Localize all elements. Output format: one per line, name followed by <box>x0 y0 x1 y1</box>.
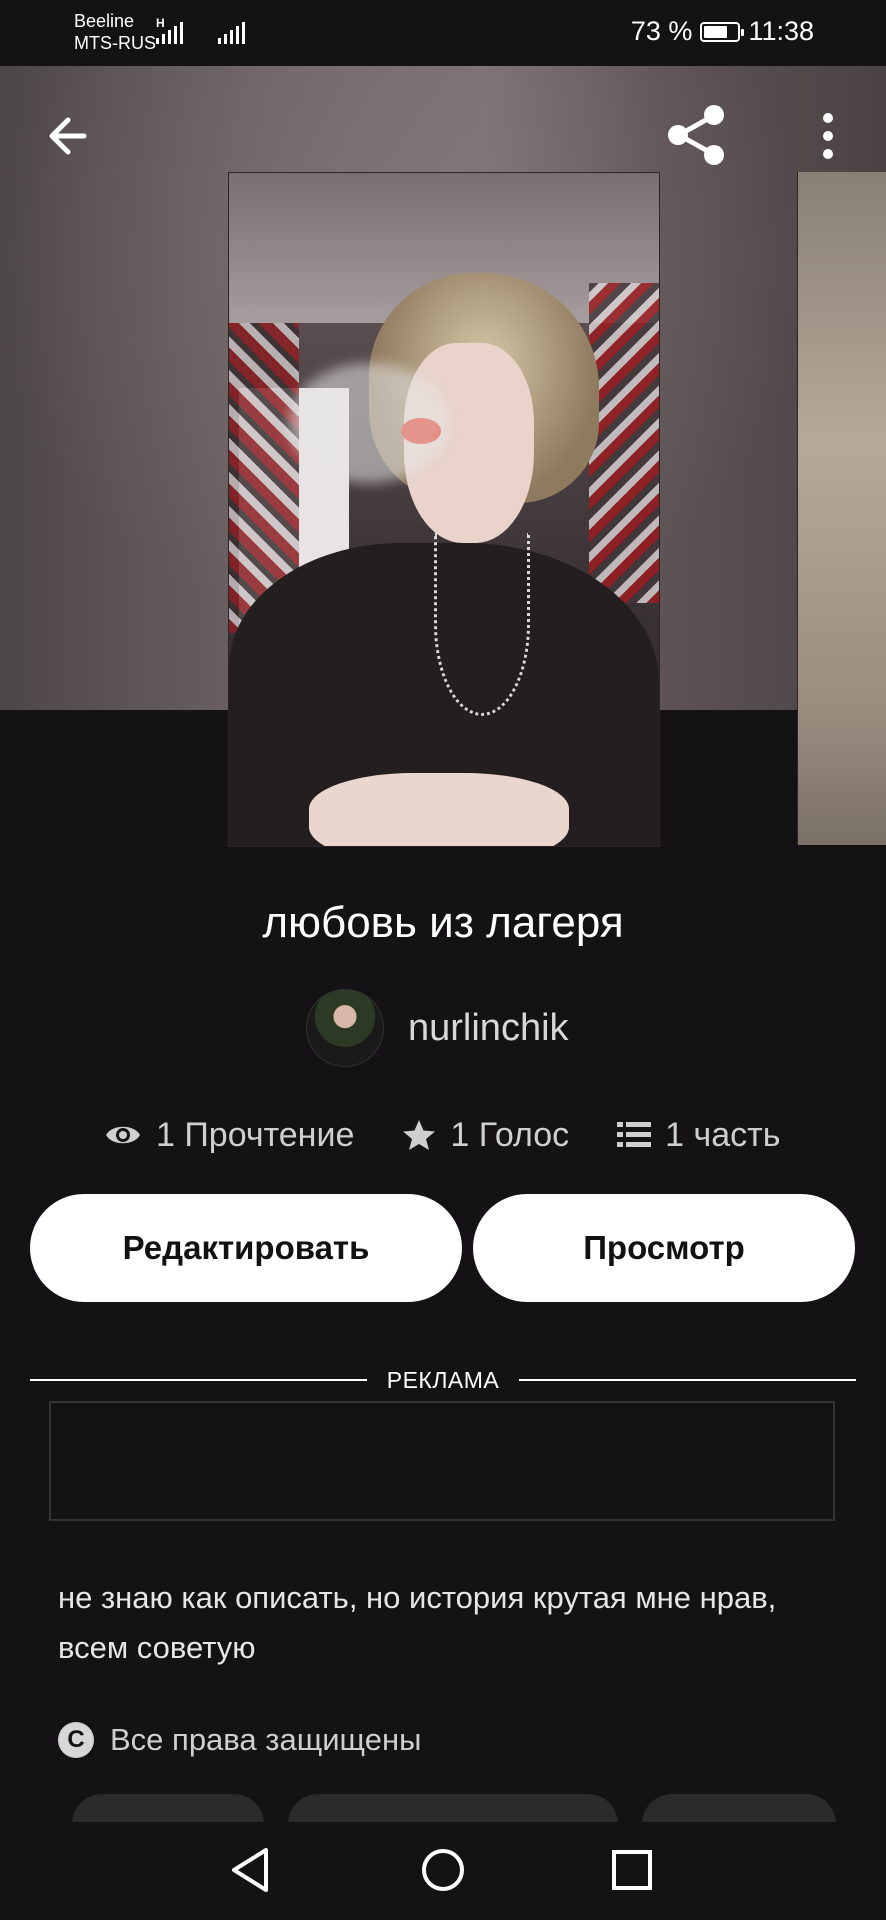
tag-chip[interactable] <box>642 1794 836 1822</box>
nav-home-button[interactable] <box>413 1840 473 1900</box>
signal-strength-1-icon: H <box>156 16 183 44</box>
arrow-left-icon <box>49 117 87 155</box>
tag-chip[interactable] <box>288 1794 618 1822</box>
ad-label: РЕКЛАМА <box>386 1366 500 1393</box>
story-stats: 1 Прочтение 1 Голос 1 часть <box>104 1110 780 1160</box>
share-icon <box>668 105 724 165</box>
reads-stat: 1 Прочтение <box>104 1116 354 1155</box>
battery-percent: 73 % <box>630 16 693 46</box>
battery-icon <box>700 21 745 42</box>
ad-banner[interactable] <box>49 1401 835 1521</box>
list-icon <box>617 1122 652 1147</box>
system-navigation-bar <box>0 1822 886 1920</box>
status-bar: Beeline MTS-RUS H 73 % 11:38 <box>0 0 886 66</box>
next-story-cover[interactable] <box>797 172 886 845</box>
more-vertical-icon <box>823 113 833 159</box>
votes-count: 1 Голос <box>450 1115 570 1154</box>
parts-count: 1 часть <box>665 1115 781 1154</box>
signal-strength-2-icon <box>218 18 245 44</box>
copyright-text: Все права защищены <box>110 1722 422 1757</box>
network-type-badge: H <box>156 16 165 30</box>
nav-recents-button[interactable] <box>602 1840 662 1900</box>
edit-button[interactable]: Редактировать <box>30 1194 462 1302</box>
divider-line <box>519 1379 857 1381</box>
copyright-row: C Все права защищены <box>58 1722 421 1758</box>
carrier-beeline: Beeline <box>74 11 135 31</box>
author-name[interactable]: nurlinchik <box>408 1007 569 1050</box>
parts-stat: 1 часть <box>617 1116 780 1155</box>
ad-divider: РЕКЛАМА <box>30 1366 857 1394</box>
eye-icon <box>106 1126 140 1144</box>
more-options-button[interactable] <box>808 108 848 164</box>
carrier-mts: MTS-RUS <box>74 33 156 53</box>
clock: 11:38 <box>748 16 814 46</box>
story-title: любовь из лагеря <box>262 898 624 947</box>
carrier-labels: Beeline MTS-RUS <box>74 10 156 54</box>
votes-stat: 1 Голос <box>402 1116 569 1155</box>
copyright-icon: C <box>58 1722 94 1758</box>
star-icon <box>403 1120 436 1150</box>
preview-button[interactable]: Просмотр <box>473 1194 855 1302</box>
nav-recents-icon <box>612 1850 652 1890</box>
tag-chip[interactable] <box>72 1794 264 1822</box>
reads-count: 1 Прочтение <box>156 1115 355 1154</box>
story-description: не знаю как описать, но история крутая м… <box>58 1580 777 1665</box>
nav-back-icon <box>232 1848 268 1892</box>
author-row[interactable]: nurlinchik <box>306 989 569 1067</box>
author-avatar[interactable] <box>306 989 384 1067</box>
back-button[interactable] <box>40 108 96 164</box>
story-cover-image[interactable] <box>228 172 660 847</box>
tags-row <box>0 1794 886 1822</box>
share-button[interactable] <box>664 102 730 168</box>
status-right: 73 % 11:38 <box>631 16 814 47</box>
nav-home-icon <box>422 1849 464 1891</box>
nav-back-button[interactable] <box>222 1840 282 1900</box>
divider-line <box>30 1379 367 1381</box>
